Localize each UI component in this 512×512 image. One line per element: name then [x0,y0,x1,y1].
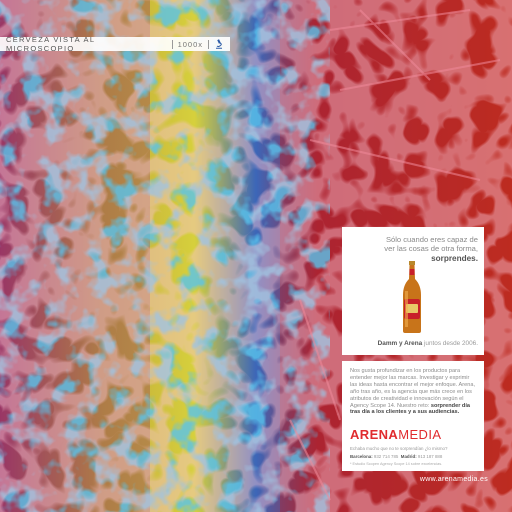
beer-bottle-image [403,261,421,333]
header-divider [208,39,210,49]
phone-label: Barcelona: [350,454,373,459]
tagline-line: ver las cosas de otra forma, [384,244,478,254]
logo-light: MEDIA [398,427,442,442]
phone-number: 913 187 888 [416,454,443,459]
phone-number: 932 714 785 [372,454,399,459]
zoom-level: 1000x [177,39,204,49]
header-divider [171,39,173,49]
microscope-icon [216,39,223,49]
agency-body-text: Nos gusta profundizar en los productos p… [350,368,478,416]
header-title: CERVEZA VISTA AL MICROSCOPIO [6,35,96,53]
tagline: Sólo cuando eres capaz de ver las cosas … [350,235,478,263]
tagline-line: Sólo cuando eres capaz de [385,235,478,244]
partnership-bold: Damm y Arena [377,340,423,347]
logo-bold: ARENA [350,427,399,442]
arena-media-logo: ARENAMEDIA [350,427,441,442]
agency-panel: Nos gusta profundizar en los productos p… [342,361,484,471]
partnership-text: juntos desde 2006. [422,340,478,347]
phone-label: Madrid: [400,454,417,459]
slogan: Echaba mucho que no te sorprendían ¿lo m… [350,446,448,451]
footnote: * Estudio Scopen Agency Scope 14 sobre e… [350,462,443,466]
contact-phones: Barcelona: 932 714 785 Madrid: 913 187 8… [350,454,442,459]
tagline-panel: Sólo cuando eres capaz de ver las cosas … [342,227,484,355]
partnership-line: Damm y Arena juntos desde 2006. [350,340,478,347]
website-link[interactable]: www.arenamedia.es [400,476,488,483]
header-bar: CERVEZA VISTA AL MICROSCOPIO 1000x [0,35,230,53]
